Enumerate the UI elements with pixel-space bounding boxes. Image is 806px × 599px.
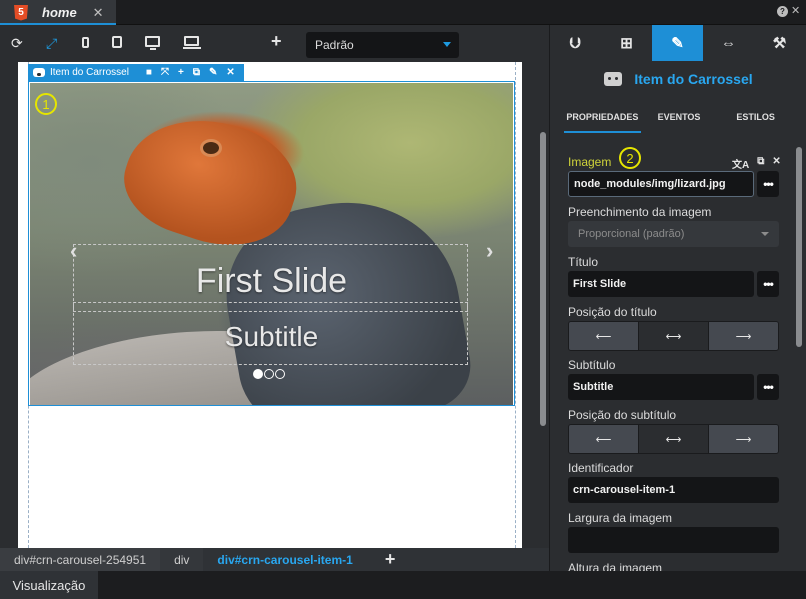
carousel-next-icon[interactable]: › (486, 238, 493, 264)
align-center-button[interactable]: ⟷ (639, 322, 709, 350)
design-canvas[interactable]: Item do Carrossel ■ ⤧ + ⧉ ✎ ✕ 1 First Sl… (0, 62, 549, 548)
tablet-device-icon[interactable] (112, 36, 122, 48)
image-fill-label: Preenchimento da imagem (568, 205, 712, 219)
magic-wand-icon[interactable]: ✎ (209, 67, 217, 78)
document-tab-home[interactable]: 5 home ✕ (0, 0, 116, 25)
document-tab-bar: 5 home ✕ ? ✕ (0, 0, 806, 25)
indicator-dot-2[interactable] (264, 369, 274, 379)
chevron-down-icon (761, 232, 769, 236)
tab-tree-icon[interactable]: ⊞ (601, 25, 652, 61)
close-tab-icon[interactable]: ✕ (93, 5, 104, 21)
breadcrumb-item-div[interactable]: div (160, 548, 204, 571)
title-position-control: ⟵ ⟷ ⟶ (568, 321, 779, 351)
image-height-label: Altura da imagem (568, 561, 663, 571)
subtitle-align-right-button[interactable]: ⟶ (709, 425, 778, 453)
add-child-icon[interactable]: + (385, 549, 396, 570)
callout-marker-2: 2 (619, 147, 641, 169)
remove-icon[interactable]: ✕ (226, 67, 234, 78)
tab-properties[interactable]: PROPRIEDADES (564, 107, 641, 133)
component-header: Item do Carrossel (550, 71, 806, 87)
tab-events[interactable]: EVENTOS (641, 107, 718, 133)
laptop-device-icon[interactable] (183, 36, 201, 49)
phone-device-icon[interactable] (82, 37, 89, 48)
help-icon[interactable]: ? (777, 6, 788, 17)
status-bar: Visualização (0, 571, 806, 599)
image-width-label: Largura da imagem (568, 511, 673, 525)
copy-icon[interactable]: ⧉ (193, 67, 200, 78)
image-field-actions: 文A ⧉ ✕ (732, 156, 781, 171)
subtitle-align-center-button[interactable]: ⟷ (639, 425, 709, 453)
align-left-button[interactable]: ⟵ (569, 322, 639, 350)
carousel-item-icon (33, 68, 45, 77)
indicator-dot-3[interactable] (275, 369, 285, 379)
subtitle-align-left-button[interactable]: ⟵ (569, 425, 639, 453)
subtitle-position-control: ⟵ ⟷ ⟶ (568, 424, 779, 454)
theme-select-value: Padrão (315, 38, 354, 52)
tab-tools-icon[interactable]: ⚒ (754, 25, 805, 61)
selection-toolbar: Item do Carrossel ■ ⤧ + ⧉ ✎ ✕ (28, 64, 244, 81)
subtitle-label: Subtítulo (568, 358, 616, 372)
theme-select[interactable]: Padrão (306, 32, 459, 58)
identifier-label: Identificador (568, 461, 634, 475)
subtitle-position-label: Posição do subtítulo (568, 408, 677, 422)
title-label: Título (568, 255, 599, 269)
robot-icon (604, 72, 623, 86)
add-icon[interactable]: + (178, 67, 184, 78)
breadcrumb: div#crn-carousel-254951 div div#crn-caro… (0, 548, 549, 571)
image-fill-select[interactable]: Proporcional (padrão) (568, 221, 779, 247)
preview-tab[interactable]: Visualização (0, 571, 98, 599)
add-component-icon[interactable]: + (271, 32, 282, 50)
subtitle-field[interactable]: Subtitle (568, 374, 754, 400)
image-label: Imagem (568, 155, 612, 169)
editor-toolbar: ⟳ ⤢ + (0, 25, 549, 62)
image-more-button[interactable]: ••• (757, 171, 779, 197)
breadcrumb-item-current[interactable]: div#crn-carousel-item-1 (203, 548, 367, 571)
clear-icon[interactable]: ✕ (772, 156, 780, 171)
carousel-prev-icon[interactable]: ‹ (70, 238, 77, 264)
open-external-icon[interactable]: ⧉ (757, 156, 764, 171)
property-subtabs: PROPRIEDADES EVENTOS ESTILOS (564, 107, 794, 133)
callout-marker-1: 1 (35, 93, 57, 115)
tab-resize-icon[interactable]: ⇔ (703, 25, 754, 61)
slide-subtitle[interactable]: Subtitle (30, 321, 513, 353)
image-fill-value: Proporcional (padrão) (578, 228, 685, 240)
refresh-icon[interactable]: ⟳ (11, 35, 23, 51)
title-guide (73, 302, 468, 312)
html5-icon: 5 (14, 4, 28, 21)
canvas-scrollbar[interactable] (540, 132, 546, 426)
tab-import-icon[interactable]: ⮋ (550, 25, 601, 61)
subtitle-more-button[interactable]: ••• (757, 374, 779, 400)
close-window-icon[interactable]: ✕ (791, 6, 802, 17)
fullscreen-icon[interactable]: ⤧ (161, 67, 169, 78)
image-width-field[interactable] (568, 527, 779, 553)
desktop-device-icon[interactable] (145, 36, 160, 50)
component-title: Item do Carrossel (634, 71, 753, 87)
indicator-dot-1[interactable] (253, 369, 263, 379)
identifier-field[interactable]: crn-carousel-item-1 (568, 477, 779, 503)
tab-edit-icon[interactable]: ✎ (652, 25, 703, 61)
tab-styles[interactable]: ESTILOS (717, 107, 794, 133)
carousel-indicators (253, 369, 285, 379)
chevron-down-icon (443, 42, 451, 47)
expand-icon[interactable]: ⤢ (46, 35, 57, 51)
image-field[interactable]: node_modules/img/lizard.jpg (568, 171, 754, 197)
title-field[interactable]: First Slide (568, 271, 754, 297)
panel-tabs: ⮋ ⊞ ✎ ⇔ ⚒ (550, 25, 806, 61)
selection-label: Item do Carrossel (50, 67, 129, 78)
lock-icon[interactable]: ■ (146, 67, 152, 78)
breadcrumb-item-carousel[interactable]: div#crn-carousel-254951 (0, 548, 161, 571)
properties-panel: ⮋ ⊞ ✎ ⇔ ⚒ Item do Carrossel PROPRIEDADES… (549, 25, 806, 571)
title-position-label: Posição do título (568, 305, 657, 319)
align-right-button[interactable]: ⟶ (709, 322, 778, 350)
document-tab-title: home (42, 5, 77, 20)
panel-scrollbar[interactable] (796, 147, 802, 347)
title-more-button[interactable]: ••• (757, 271, 779, 297)
container-guide-right (515, 62, 516, 548)
translate-icon[interactable]: 文A (732, 156, 749, 171)
slide-title[interactable]: First Slide (30, 262, 513, 301)
window-controls: ? ✕ (777, 6, 802, 17)
